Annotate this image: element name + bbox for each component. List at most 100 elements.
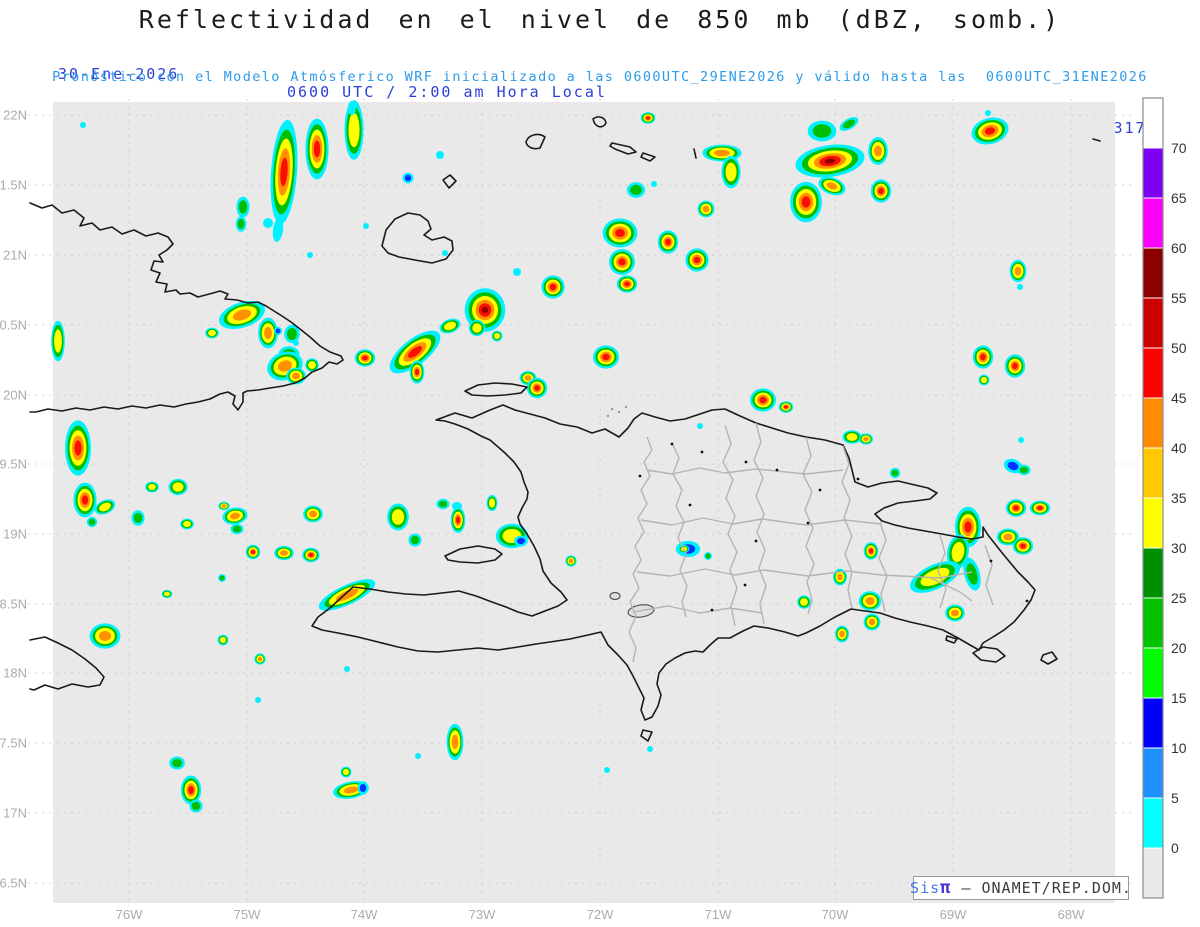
storm-cell	[51, 320, 65, 362]
storm-contour	[725, 162, 737, 182]
storm-contour	[837, 573, 843, 581]
storm-contour	[1020, 543, 1026, 549]
colorbar-tick-label: 20	[1171, 640, 1187, 656]
storm-cell	[145, 481, 159, 493]
storm-cell	[697, 423, 703, 429]
storm-contour	[251, 550, 255, 554]
storm-cell	[189, 799, 203, 813]
storm-cell	[1017, 464, 1031, 476]
colorbar-tick-label: 35	[1171, 490, 1187, 506]
storm-cell	[616, 275, 638, 293]
storm-cell	[721, 155, 741, 189]
storm-cell	[609, 249, 635, 275]
storm-cell	[402, 172, 414, 184]
storm-cell	[436, 151, 444, 159]
colorbar-segment	[1142, 197, 1164, 249]
colorbar-segment	[1142, 247, 1164, 299]
storm-contour	[255, 697, 261, 703]
storm-contour	[488, 498, 496, 508]
storm-contour	[438, 500, 448, 508]
storm-cell	[305, 118, 329, 180]
storm-cell	[697, 200, 715, 218]
storm-contour	[602, 353, 610, 361]
storm-cell	[348, 101, 356, 115]
storm-cell	[972, 345, 994, 369]
storm-contour	[208, 329, 216, 337]
lat-tick-label: 0.5N	[0, 318, 27, 333]
lat-tick-label: 17N	[3, 806, 27, 821]
storm-contour	[624, 281, 630, 287]
storm-contour	[869, 548, 873, 554]
colorbar-segment	[1142, 497, 1164, 549]
storm-cell	[750, 388, 776, 412]
storm-contour	[237, 218, 245, 230]
storm-cell	[180, 518, 194, 530]
lat-tick-label: 1.5N	[0, 178, 27, 193]
storm-cell	[450, 507, 466, 533]
colorbar-segment	[1142, 397, 1164, 449]
lon-tick-label: 74W	[351, 907, 378, 922]
storm-cell	[236, 196, 250, 218]
lat-tick-label: 21N	[3, 248, 27, 263]
storm-cell	[340, 766, 352, 778]
storm-cell	[65, 420, 91, 476]
storm-contour	[784, 405, 788, 409]
storm-cell	[408, 533, 422, 547]
storm-contour	[878, 187, 884, 195]
colorbar-segment	[1142, 147, 1164, 199]
storm-contour	[759, 396, 767, 404]
storm-cell	[436, 498, 450, 510]
storm-cell	[859, 433, 873, 445]
storm-contour	[812, 124, 832, 138]
lon-tick-label: 71W	[705, 907, 732, 922]
storm-cell	[205, 327, 219, 339]
storm-cell	[1018, 437, 1024, 443]
storm-cell	[344, 666, 350, 672]
storm-cell	[868, 137, 888, 165]
storm-cell	[273, 326, 283, 336]
storm-contour	[286, 328, 298, 340]
storm-contour	[517, 537, 525, 545]
storm-contour	[363, 223, 369, 229]
storm-contour	[219, 575, 225, 581]
lon-tick-label: 70W	[822, 907, 849, 922]
storm-cell	[640, 112, 656, 124]
storm-cell	[254, 653, 266, 665]
storm-contour	[874, 145, 882, 157]
colorbar-segment	[1142, 447, 1164, 499]
storm-contour	[342, 768, 350, 776]
storm-cell	[978, 374, 990, 386]
storm-cell	[80, 122, 86, 128]
storm-cell	[73, 482, 97, 518]
lat-tick-label: 9.5N	[0, 457, 27, 472]
storm-cell	[169, 756, 185, 770]
storm-contour	[846, 433, 858, 441]
colorbar-segment	[1142, 747, 1164, 799]
storm-contour	[868, 618, 876, 626]
storm-cell	[807, 120, 837, 142]
colorbar-tick-label: 55	[1171, 290, 1187, 306]
storm-cell	[218, 574, 226, 582]
storm-contour	[493, 332, 501, 340]
storm-cell	[446, 723, 464, 761]
colorbar-tick-label: 0	[1171, 840, 1179, 856]
attribution-box: Sis π – ONAMET/REP.DOM.	[910, 876, 1131, 900]
storm-contour	[964, 521, 972, 533]
storm-cell	[604, 767, 610, 773]
storm-cell	[442, 250, 448, 256]
attribution-pi-symbol: π	[940, 877, 952, 898]
storm-contour	[232, 525, 242, 533]
storm-contour	[1014, 266, 1022, 276]
colorbar-tick-label: 65	[1171, 190, 1187, 206]
storm-cell	[842, 430, 862, 444]
storm-cell	[651, 181, 657, 187]
storm-cell	[870, 179, 892, 203]
storm-cell	[131, 510, 145, 526]
storm-cell	[1009, 259, 1027, 283]
storm-contour	[980, 376, 988, 384]
storm-cell	[168, 478, 188, 496]
storm-contour	[188, 786, 194, 794]
storm-cell	[415, 753, 421, 759]
storm-cell	[245, 544, 261, 560]
storm-contour	[513, 268, 521, 276]
